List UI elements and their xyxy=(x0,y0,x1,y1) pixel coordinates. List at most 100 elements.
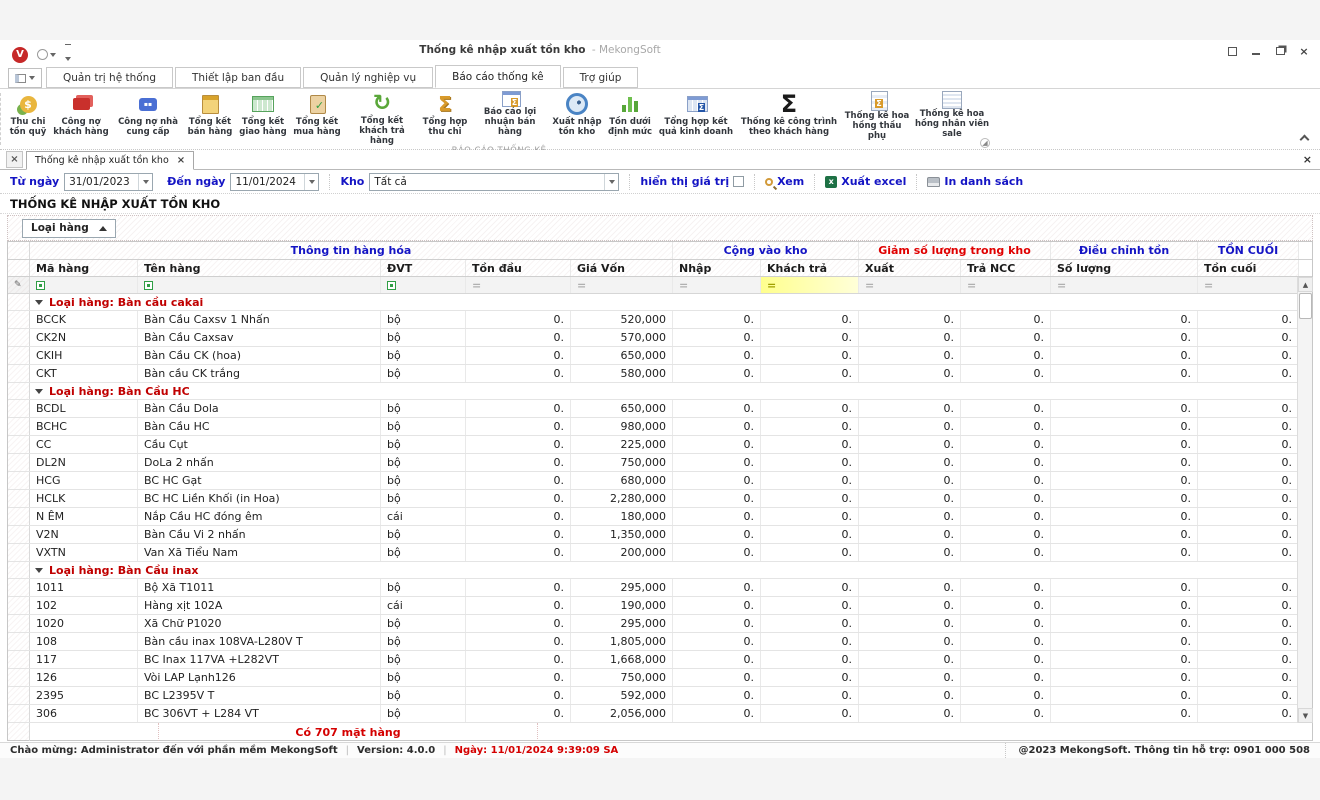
cell-xuat[interactable]: 0. xyxy=(859,329,961,346)
cell-gia-von[interactable]: 750,000 xyxy=(571,669,673,686)
cell-so-luong[interactable]: 0. xyxy=(1051,597,1198,614)
cell-ten-hang[interactable]: Vòi LAP Lạnh126 xyxy=(138,669,381,686)
cell-xuat[interactable]: 0. xyxy=(859,418,961,435)
cell-ton-cuoi[interactable]: 0. xyxy=(1198,669,1299,686)
cell-ma-hang[interactable]: 2395 xyxy=(30,687,138,704)
cell-nhap[interactable]: 0. xyxy=(673,418,761,435)
cell-dvt[interactable]: bộ xyxy=(381,365,466,382)
cell-gia-von[interactable]: 592,000 xyxy=(571,687,673,704)
cell-gia-von[interactable]: 650,000 xyxy=(571,400,673,417)
cell-khach-tra[interactable]: 0. xyxy=(761,418,859,435)
cell-gia-von[interactable]: 580,000 xyxy=(571,365,673,382)
collapse-triangle-icon[interactable] xyxy=(35,389,43,394)
cell-nhap[interactable]: 0. xyxy=(673,329,761,346)
cell-gia-von[interactable]: 650,000 xyxy=(571,347,673,364)
cell-xuat[interactable]: 0. xyxy=(859,579,961,596)
cell-nhap[interactable]: 0. xyxy=(673,615,761,632)
cell-khach-tra[interactable]: 0. xyxy=(761,472,859,489)
cell-ten-hang[interactable]: Bàn Cầu HC xyxy=(138,418,381,435)
cell-ton-dau[interactable]: 0. xyxy=(466,687,571,704)
cell-gia-von[interactable]: 680,000 xyxy=(571,472,673,489)
cell-ton-cuoi[interactable]: 0. xyxy=(1198,615,1299,632)
cell-ten-hang[interactable]: Cầu Cụt xyxy=(138,436,381,453)
cell-gia-von[interactable]: 1,668,000 xyxy=(571,651,673,668)
cell-so-luong[interactable]: 0. xyxy=(1051,508,1198,525)
cell-ton-dau[interactable]: 0. xyxy=(466,615,571,632)
cell-tra-ncc[interactable]: 0. xyxy=(961,544,1051,561)
cell-ton-dau[interactable]: 0. xyxy=(466,526,571,543)
warehouse-combo[interactable]: Tất cả xyxy=(369,173,619,191)
cell-gia-von[interactable]: 520,000 xyxy=(571,311,673,328)
cell-ton-dau[interactable]: 0. xyxy=(466,400,571,417)
ribbon-button-thong-ke-hoa-hong-thau-phu[interactable]: Thống kê hoa hồng thầu phụ xyxy=(842,90,912,138)
group-by-button[interactable]: Loại hàng xyxy=(22,219,116,238)
cell-so-luong[interactable]: 0. xyxy=(1051,651,1198,668)
filter-cell-nhap[interactable]: = xyxy=(673,277,761,293)
cell-nhap[interactable]: 0. xyxy=(673,579,761,596)
cell-nhap[interactable]: 0. xyxy=(673,526,761,543)
cell-so-luong[interactable]: 0. xyxy=(1051,544,1198,561)
cell-ten-hang[interactable]: Bàn cầu CK trắng xyxy=(138,365,381,382)
cell-so-luong[interactable]: 0. xyxy=(1051,687,1198,704)
cell-ma-hang[interactable]: N ÊM xyxy=(30,508,138,525)
cell-khach-tra[interactable]: 0. xyxy=(761,311,859,328)
cell-ton-cuoi[interactable]: 0. xyxy=(1198,633,1299,650)
cell-ton-dau[interactable]: 0. xyxy=(466,597,571,614)
cell-ma-hang[interactable]: CK2N xyxy=(30,329,138,346)
minimize-button[interactable] xyxy=(1250,45,1262,57)
cell-tra-ncc[interactable]: 0. xyxy=(961,347,1051,364)
cell-dvt[interactable]: bộ xyxy=(381,418,466,435)
cell-ten-hang[interactable]: BC L2395V T xyxy=(138,687,381,704)
cell-tra-ncc[interactable]: 0. xyxy=(961,454,1051,471)
ribbon-tab-quan-ly-nghiep-vu[interactable]: Quản lý nghiệp vụ xyxy=(303,67,433,88)
band-cong-vao-kho[interactable]: Cộng vào kho xyxy=(673,242,859,259)
cell-xuat[interactable]: 0. xyxy=(859,365,961,382)
cell-khach-tra[interactable]: 0. xyxy=(761,436,859,453)
cell-gia-von[interactable]: 1,350,000 xyxy=(571,526,673,543)
cell-tra-ncc[interactable]: 0. xyxy=(961,597,1051,614)
export-excel-button[interactable]: x Xuất excel xyxy=(825,175,906,188)
cell-nhap[interactable]: 0. xyxy=(673,436,761,453)
cell-ton-cuoi[interactable]: 0. xyxy=(1198,508,1299,525)
cell-xuat[interactable]: 0. xyxy=(859,490,961,507)
cell-nhap[interactable]: 0. xyxy=(673,651,761,668)
cell-ten-hang[interactable]: Bàn Cầu Dola xyxy=(138,400,381,417)
column-header-ten-hang[interactable]: Tên hàng xyxy=(138,260,381,276)
row-indicator[interactable]: ✎ xyxy=(8,277,30,293)
column-header-ton-cuoi[interactable]: Tồn cuối xyxy=(1198,260,1299,276)
ribbon-button-thu-chi-ton-quy[interactable]: Thu chi tồn quỹ xyxy=(6,90,50,138)
cell-ton-dau[interactable]: 0. xyxy=(466,454,571,471)
cell-gia-von[interactable]: 225,000 xyxy=(571,436,673,453)
cell-ton-dau[interactable]: 0. xyxy=(466,418,571,435)
cell-dvt[interactable]: cái xyxy=(381,508,466,525)
cell-gia-von[interactable]: 295,000 xyxy=(571,579,673,596)
cell-khach-tra[interactable]: 0. xyxy=(761,526,859,543)
ribbon-button-bao-cao-loi-nhuan-ban-hang[interactable]: Báo cáo lợi nhuận bán hàng xyxy=(470,90,550,138)
cell-dvt[interactable]: bộ xyxy=(381,472,466,489)
cell-xuat[interactable]: 0. xyxy=(859,544,961,561)
scroll-down-button[interactable]: ▼ xyxy=(1298,708,1313,723)
ribbon-button-thong-ke-cong-trinh-theo-khach-hang[interactable]: Thống kê công trình theo khách hàng xyxy=(736,90,842,138)
filter-cell-ton-dau[interactable]: = xyxy=(466,277,571,293)
cell-tra-ncc[interactable]: 0. xyxy=(961,311,1051,328)
cell-ton-cuoi[interactable]: 0. xyxy=(1198,526,1299,543)
cell-khach-tra[interactable]: 0. xyxy=(761,705,859,722)
cell-dvt[interactable]: bộ xyxy=(381,633,466,650)
ribbon-collapse-button[interactable] xyxy=(1300,133,1308,141)
cell-ten-hang[interactable]: Van Xã Tiểu Nam xyxy=(138,544,381,561)
cell-khach-tra[interactable]: 0. xyxy=(761,687,859,704)
cell-ton-cuoi[interactable]: 0. xyxy=(1198,490,1299,507)
cell-gia-von[interactable]: 180,000 xyxy=(571,508,673,525)
to-date-picker[interactable]: 11/01/2024 xyxy=(230,173,319,191)
cell-khach-tra[interactable]: 0. xyxy=(761,454,859,471)
cell-ma-hang[interactable]: VXTN xyxy=(30,544,138,561)
cell-khach-tra[interactable]: 0. xyxy=(761,651,859,668)
cell-tra-ncc[interactable]: 0. xyxy=(961,508,1051,525)
cell-tra-ncc[interactable]: 0. xyxy=(961,633,1051,650)
filter-cell-ton-cuoi[interactable]: = xyxy=(1198,277,1299,293)
filter-cell-ma-hang[interactable] xyxy=(30,277,138,293)
ribbon-tab-thiet-lap-ban-dau[interactable]: Thiết lập ban đầu xyxy=(175,67,301,88)
cell-ton-cuoi[interactable]: 0. xyxy=(1198,436,1299,453)
cell-ton-cuoi[interactable]: 0. xyxy=(1198,418,1299,435)
ribbon-button-tong-ket-khach-tra-hang[interactable]: Tổng kết khách trả hàng xyxy=(344,90,420,138)
